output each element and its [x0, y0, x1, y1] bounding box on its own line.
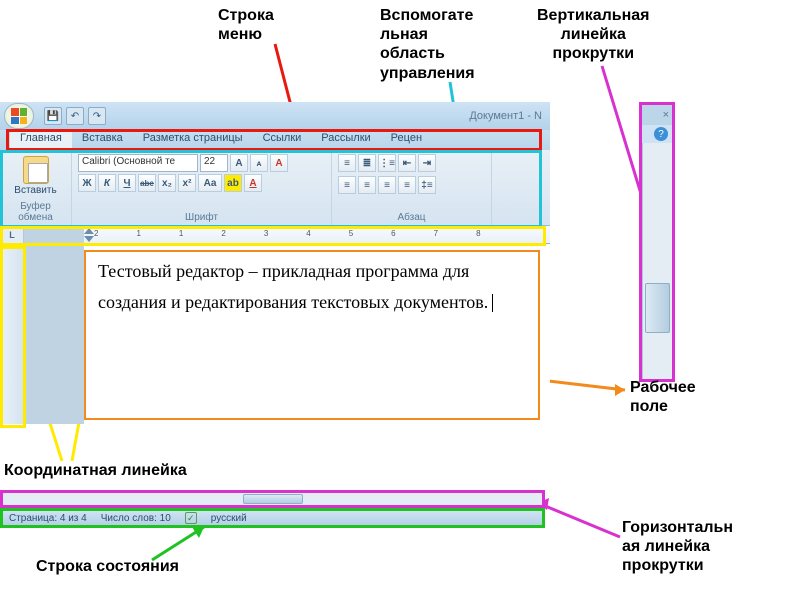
- ruler-num: 5: [349, 229, 353, 238]
- line-status: [152, 527, 204, 560]
- indent-left-button[interactable]: ⇤: [398, 154, 416, 172]
- align-left-button[interactable]: ≡: [338, 176, 356, 194]
- ruler-num: 2: [94, 229, 98, 238]
- grow-font-button[interactable]: A: [230, 154, 248, 172]
- line-hscroll: [538, 503, 620, 537]
- ribbon: Вставить Буфер обмена Calibri (Основной …: [0, 150, 550, 226]
- superscript-button[interactable]: x²: [178, 174, 196, 192]
- paste-icon: [23, 156, 49, 184]
- paste-label: Вставить: [14, 185, 56, 196]
- titlebar: 💾 ↶ ↷ Документ1 - N: [0, 102, 550, 130]
- font-group-label: Шрифт: [78, 210, 325, 223]
- label-coord-ruler: Координатная линейка: [4, 461, 187, 480]
- horizontal-scrollbar[interactable]: [0, 490, 545, 508]
- align-right-button[interactable]: ≡: [378, 176, 396, 194]
- underline-button[interactable]: Ч: [118, 174, 136, 192]
- change-case-button[interactable]: Aa: [198, 174, 222, 192]
- status-words[interactable]: Число слов: 10: [101, 513, 171, 524]
- group-paragraph: ≡ ≣ ⋮≡ ⇤ ⇥ ≡ ≡ ≡ ≡ ‡≡ Абзац: [332, 150, 492, 225]
- ruler-scale: 2 1 1 2 3 4 5 6 7 8: [24, 226, 550, 243]
- ruler-corner[interactable]: L: [0, 226, 24, 244]
- status-bar: Страница: 4 из 4 Число слов: 10 ✓ русски…: [0, 508, 545, 528]
- indent-right-button[interactable]: ⇥: [418, 154, 436, 172]
- multilevel-button[interactable]: ⋮≡: [378, 154, 396, 172]
- horizontal-ruler[interactable]: L 2 1 1 2 3 4 5 6 7 8: [0, 226, 550, 244]
- shrink-font-button[interactable]: ᴀ: [250, 154, 268, 172]
- bold-button[interactable]: Ж: [78, 174, 96, 192]
- help-icon[interactable]: ?: [654, 127, 668, 141]
- tab-mailings[interactable]: Рассылки: [311, 130, 380, 150]
- page-content[interactable]: Тестовый редактор – прикладная программа…: [84, 244, 550, 424]
- close-icon[interactable]: ×: [663, 109, 669, 121]
- document-area: Тестовый редактор – прикладная программа…: [0, 244, 550, 424]
- document-text: Тестовый редактор – прикладная программа…: [98, 261, 488, 312]
- strike-button[interactable]: abe: [138, 174, 156, 192]
- redo-icon[interactable]: ↷: [88, 107, 106, 125]
- label-status-row: Строка состояния: [36, 557, 179, 576]
- ruler-num: 1: [179, 229, 183, 238]
- tab-layout[interactable]: Разметка страницы: [133, 130, 253, 150]
- status-language[interactable]: русский: [211, 513, 247, 524]
- label-control-area: Вспомогате льная область управления: [380, 6, 475, 83]
- numbering-button[interactable]: ≣: [358, 154, 376, 172]
- tab-review[interactable]: Рецен: [381, 130, 432, 150]
- vscroll-track[interactable]: [642, 143, 672, 379]
- font-color-button[interactable]: A: [244, 174, 262, 192]
- text-cursor: [492, 294, 493, 312]
- vscroll-thumb[interactable]: [645, 283, 670, 333]
- clear-format-button[interactable]: A: [270, 154, 288, 172]
- paste-button[interactable]: Вставить: [6, 154, 65, 198]
- quick-access-toolbar: 💾 ↶ ↷: [44, 107, 106, 125]
- page-margin: [24, 244, 84, 424]
- highlight-button[interactable]: ab: [224, 174, 242, 192]
- ruler-num: 7: [434, 229, 438, 238]
- label-hscroll: Горизонтальн ая линейка прокрутки: [622, 518, 733, 576]
- vscroll-detail: × ?: [639, 102, 675, 382]
- undo-icon[interactable]: ↶: [66, 107, 84, 125]
- word-window: 💾 ↶ ↷ Документ1 - N Главная Вставка Разм…: [0, 102, 550, 424]
- align-center-button[interactable]: ≡: [358, 176, 376, 194]
- ribbon-tabs: Главная Вставка Разметка страницы Ссылки…: [0, 130, 550, 150]
- document-title: Документ1 - N: [469, 110, 542, 122]
- ruler-num: 2: [221, 229, 225, 238]
- ruler-num: 1: [136, 229, 140, 238]
- group-clipboard: Вставить Буфер обмена: [0, 150, 72, 225]
- group-font: Calibri (Основной те 22 A ᴀ A Ж К Ч abe …: [72, 150, 332, 225]
- ruler-num: 8: [476, 229, 480, 238]
- ruler-num: 6: [391, 229, 395, 238]
- tab-insert[interactable]: Вставка: [72, 130, 133, 150]
- tab-references[interactable]: Ссылки: [253, 130, 312, 150]
- line-workfield: [540, 380, 625, 390]
- font-size-combo[interactable]: 22: [200, 154, 228, 172]
- font-name-combo[interactable]: Calibri (Основной те: [78, 154, 198, 172]
- line-spacing-button[interactable]: ‡≡: [418, 176, 436, 194]
- para-group-label: Абзац: [338, 210, 485, 223]
- clipboard-group-label: Буфер обмена: [6, 199, 65, 223]
- ruler-num: 4: [306, 229, 310, 238]
- italic-button[interactable]: К: [98, 174, 116, 192]
- label-vscroll: Вертикальная линейка прокрутки: [537, 6, 650, 64]
- bullets-button[interactable]: ≡: [338, 154, 356, 172]
- save-icon[interactable]: 💾: [44, 107, 62, 125]
- ruler-num: 3: [264, 229, 268, 238]
- justify-button[interactable]: ≡: [398, 176, 416, 194]
- subscript-button[interactable]: x₂: [158, 174, 176, 192]
- spellcheck-icon[interactable]: ✓: [185, 512, 197, 524]
- label-menu-row: Строка меню: [218, 6, 274, 44]
- office-button[interactable]: [4, 103, 34, 129]
- tab-home[interactable]: Главная: [10, 130, 72, 150]
- label-work-field: Рабочее поле: [630, 378, 696, 416]
- bottom-strip: Страница: 4 из 4 Число слов: 10 ✓ русски…: [0, 490, 545, 528]
- hscroll-thumb[interactable]: [243, 494, 303, 504]
- vertical-ruler[interactable]: [0, 244, 24, 424]
- status-page[interactable]: Страница: 4 из 4: [9, 513, 87, 524]
